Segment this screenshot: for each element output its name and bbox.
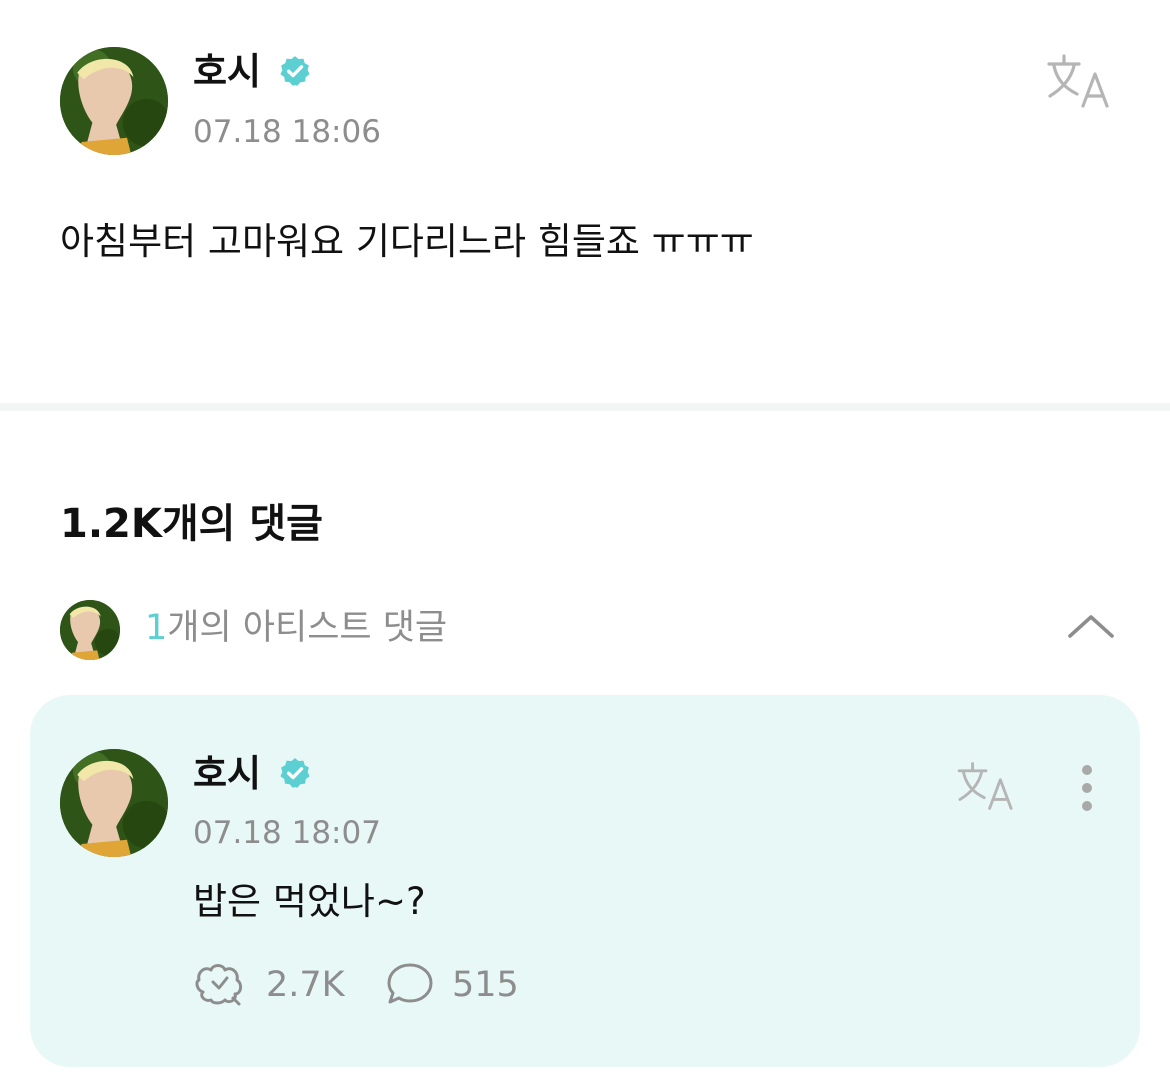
avatar-image [60, 47, 168, 155]
reply-bubble-icon[interactable] [385, 960, 435, 1008]
comment-author-row: 호시 [193, 752, 312, 796]
artist-comments-count: 1 [145, 608, 168, 648]
reply-count: 515 [452, 965, 519, 1005]
verified-badge-icon [280, 758, 310, 788]
comment-timestamp: 07.18 18:07 [193, 815, 381, 851]
comment-body: 밥은 먹었나~? [193, 880, 426, 923]
comment-author-name[interactable]: 호시 [193, 752, 261, 795]
artist-comments-label: 개의 아티스트 댓글 [167, 608, 448, 648]
author-avatar[interactable] [60, 47, 168, 155]
more-vertical-icon[interactable] [1072, 762, 1102, 814]
post-timestamp: 07.18 18:06 [193, 114, 381, 150]
section-divider [0, 403, 1170, 411]
like-icon[interactable] [193, 960, 247, 1008]
comments-count: 1.2K개의 댓글 [60, 501, 323, 547]
translate-icon[interactable] [955, 760, 1017, 812]
author-name[interactable]: 호시 [193, 50, 261, 93]
avatar-image [60, 749, 168, 857]
post-body: 아침부터 고마워요 기다리느라 힘들죠 ㅠㅠㅠ [60, 220, 754, 263]
artist-comments-toggle[interactable]: 1개의 아티스트 댓글 [145, 606, 447, 650]
like-count: 2.7K [266, 965, 345, 1005]
translate-icon[interactable] [1045, 52, 1113, 110]
verified-badge-icon [280, 56, 310, 86]
author-name-row: 호시 [193, 50, 312, 94]
avatar-image [60, 600, 120, 660]
chevron-up-icon[interactable] [1064, 608, 1118, 644]
comment-author-avatar[interactable] [60, 749, 168, 857]
artist-avatar-small [60, 600, 120, 660]
